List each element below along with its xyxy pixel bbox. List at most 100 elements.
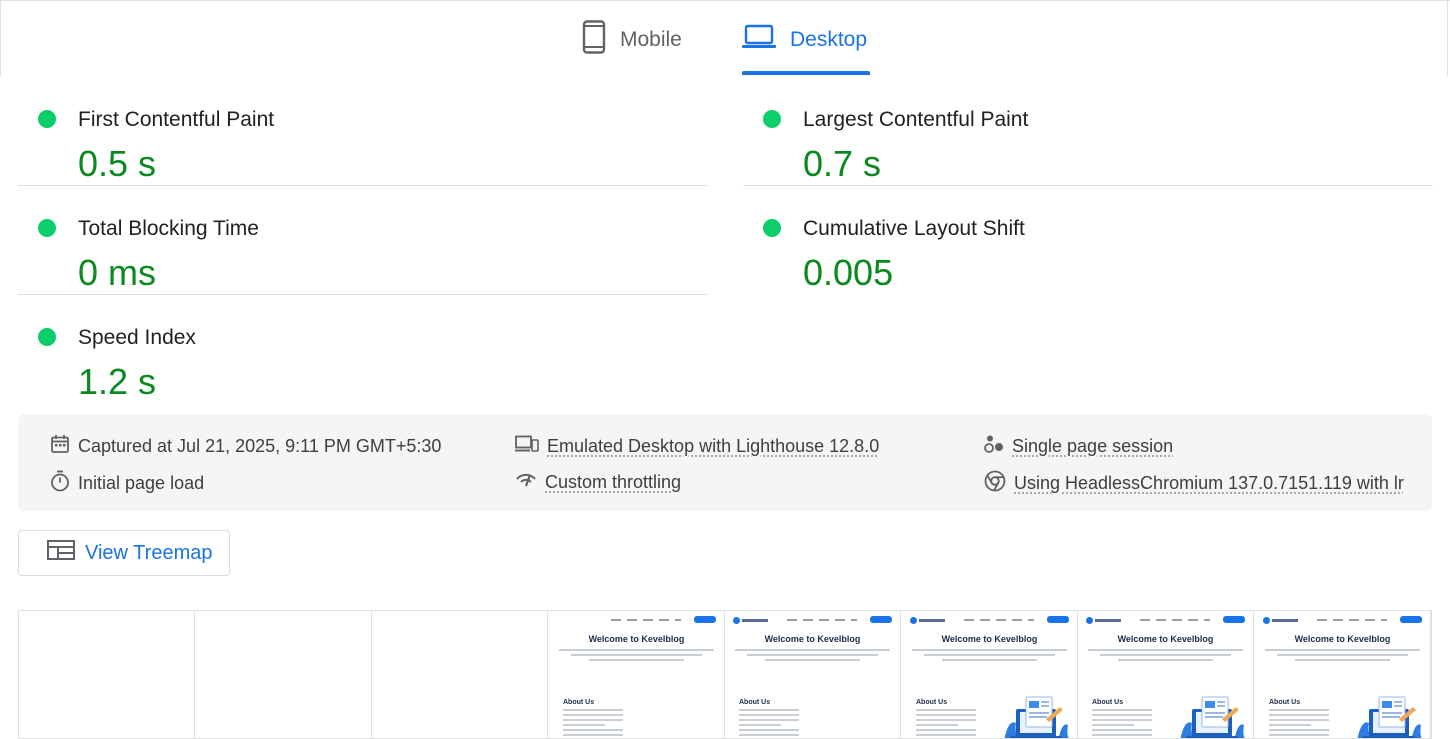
metric-value: 0.005: [803, 252, 894, 293]
pass-indicator-icon: [763, 110, 781, 128]
treemap-icon: [47, 540, 75, 566]
frame-logo-icon: [1263, 617, 1299, 624]
frame-about-heading: About Us: [1269, 699, 1301, 706]
filmstrip: Welcome to Kevelblog About Us Welcome to K…: [18, 610, 1432, 739]
frame-cta: [870, 616, 892, 623]
metric-divider: [18, 185, 708, 186]
frame-text-lines: [1088, 649, 1243, 664]
frame-text-lines: [1265, 649, 1420, 664]
metric-value: 0 ms: [78, 252, 157, 293]
active-tab-indicator: [742, 71, 870, 75]
pass-indicator-icon: [763, 219, 781, 237]
filmstrip-frame: Welcome to Kevelblog About Us: [549, 611, 725, 738]
frame-logo-icon: [733, 617, 769, 624]
metric-label: Total Blocking Time: [78, 217, 259, 240]
frame-illustration: [1176, 689, 1246, 738]
view-treemap-label: View Treemap: [85, 541, 213, 564]
filmstrip-frame: [19, 611, 195, 738]
signal-icon: [515, 470, 537, 495]
frame-title: Welcome to Kevelblog: [1117, 634, 1214, 644]
tab-desktop-label: Desktop: [790, 28, 868, 51]
metric-divider: [18, 294, 708, 295]
frame-about-heading: About Us: [916, 699, 948, 706]
frame-illustration: [1353, 689, 1423, 738]
chrome-icon: [984, 470, 1006, 497]
devices-icon: [515, 434, 539, 459]
frame-about-heading: About Us: [1092, 699, 1124, 706]
frame-title: Welcome to Kevelblog: [588, 634, 685, 644]
frame-cta: [1047, 616, 1069, 623]
frame-text-lines: [559, 649, 714, 664]
captured-text: Captured at Jul 21, 2025, 9:11 PM GMT+5:…: [78, 436, 442, 456]
tab-desktop[interactable]: Desktop: [742, 20, 867, 60]
frame-nav: [1255, 616, 1430, 624]
lighthouse-report: Mobile Desktop First Contentful Paint 0.…: [0, 0, 1450, 739]
browser-info[interactable]: Using HeadlessChromium 137.0.7151.119 wi…: [984, 470, 1404, 497]
view-treemap-button[interactable]: View Treemap: [18, 530, 230, 576]
metric-cls: Cumulative Layout Shift 0.005: [743, 197, 1433, 295]
initial-load-text: Initial page load: [78, 473, 205, 493]
mobile-icon: [582, 20, 606, 60]
metric-label: Cumulative Layout Shift: [803, 217, 1025, 240]
metric-divider: [743, 185, 1433, 186]
filmstrip-frame: Welcome to Kevelblog About Us: [902, 611, 1078, 738]
frame-illustration: [1000, 689, 1070, 738]
frame-title: Welcome to Kevelblog: [1294, 634, 1391, 644]
frame-cta: [1400, 616, 1422, 623]
filmstrip-frame: [196, 611, 372, 738]
pass-indicator-icon: [38, 219, 56, 237]
frame-logo-icon: [910, 617, 946, 624]
frame-nav: [549, 616, 724, 624]
session-link[interactable]: Single page session: [1012, 436, 1173, 457]
emulated-link[interactable]: Emulated Desktop with Lighthouse 12.8.0: [547, 436, 879, 457]
frame-paragraph: [739, 709, 799, 738]
captured-info: Captured at Jul 21, 2025, 9:11 PM GMT+5:…: [50, 434, 441, 459]
metric-lcp: Largest Contentful Paint 0.7 s: [743, 88, 1433, 186]
browser-link[interactable]: Using HeadlessChromium 137.0.7151.119 wi…: [1014, 473, 1404, 494]
frame-about-heading: About Us: [739, 699, 771, 706]
metric-value: 0.7 s: [803, 143, 882, 184]
frame-paragraph: [1269, 709, 1329, 738]
pass-indicator-icon: [38, 110, 56, 128]
frame-text-lines: [912, 649, 1067, 664]
frame-text-lines: [735, 649, 890, 664]
filmstrip-frame: Welcome to Kevelblog About Us: [1255, 611, 1431, 738]
frame-cta: [694, 616, 716, 623]
frame-nav: [1078, 616, 1253, 624]
calendar-icon: [50, 434, 70, 459]
runtime-settings: Captured at Jul 21, 2025, 9:11 PM GMT+5:…: [18, 414, 1432, 511]
metric-value: 0.5 s: [78, 143, 157, 184]
metric-tbt: Total Blocking Time 0 ms: [18, 197, 708, 295]
tab-mobile[interactable]: Mobile: [582, 20, 682, 60]
frame-paragraph: [1092, 709, 1152, 738]
metric-label: Speed Index: [78, 326, 196, 349]
metric-speed-index: Speed Index 1.2 s: [18, 306, 708, 404]
laptop-icon: [742, 24, 776, 56]
metric-label: First Contentful Paint: [78, 108, 275, 131]
metric-fcp: First Contentful Paint 0.5 s: [18, 88, 708, 186]
pass-indicator-icon: [38, 328, 56, 346]
tab-mobile-label: Mobile: [620, 28, 682, 51]
emulated-info[interactable]: Emulated Desktop with Lighthouse 12.8.0: [515, 434, 879, 459]
metric-value: 1.2 s: [78, 361, 157, 402]
frame-nav-links: [1317, 619, 1387, 621]
frame-nav: [902, 616, 1077, 624]
frame-nav-links: [964, 619, 1034, 621]
frame-nav-links: [611, 619, 681, 621]
filmstrip-frame: Welcome to Kevelblog About Us: [1078, 611, 1254, 738]
frame-logo-icon: [1086, 617, 1122, 624]
initial-load-info: Initial page load: [50, 470, 204, 497]
throttling-link[interactable]: Custom throttling: [545, 472, 681, 493]
session-info[interactable]: Single page session: [984, 434, 1173, 459]
frame-paragraph: [916, 709, 976, 738]
frame-nav: [725, 616, 900, 624]
session-icon: [984, 434, 1004, 459]
frame-cta: [1223, 616, 1245, 623]
metric-label: Largest Contentful Paint: [803, 108, 1029, 131]
device-tabs: Mobile Desktop: [0, 0, 1450, 76]
frame-nav-links: [1140, 619, 1210, 621]
frame-about-heading: About Us: [563, 699, 595, 706]
frame-title: Welcome to Kevelblog: [764, 634, 861, 644]
filmstrip-frame: [372, 611, 548, 738]
throttling-info[interactable]: Custom throttling: [515, 470, 681, 495]
